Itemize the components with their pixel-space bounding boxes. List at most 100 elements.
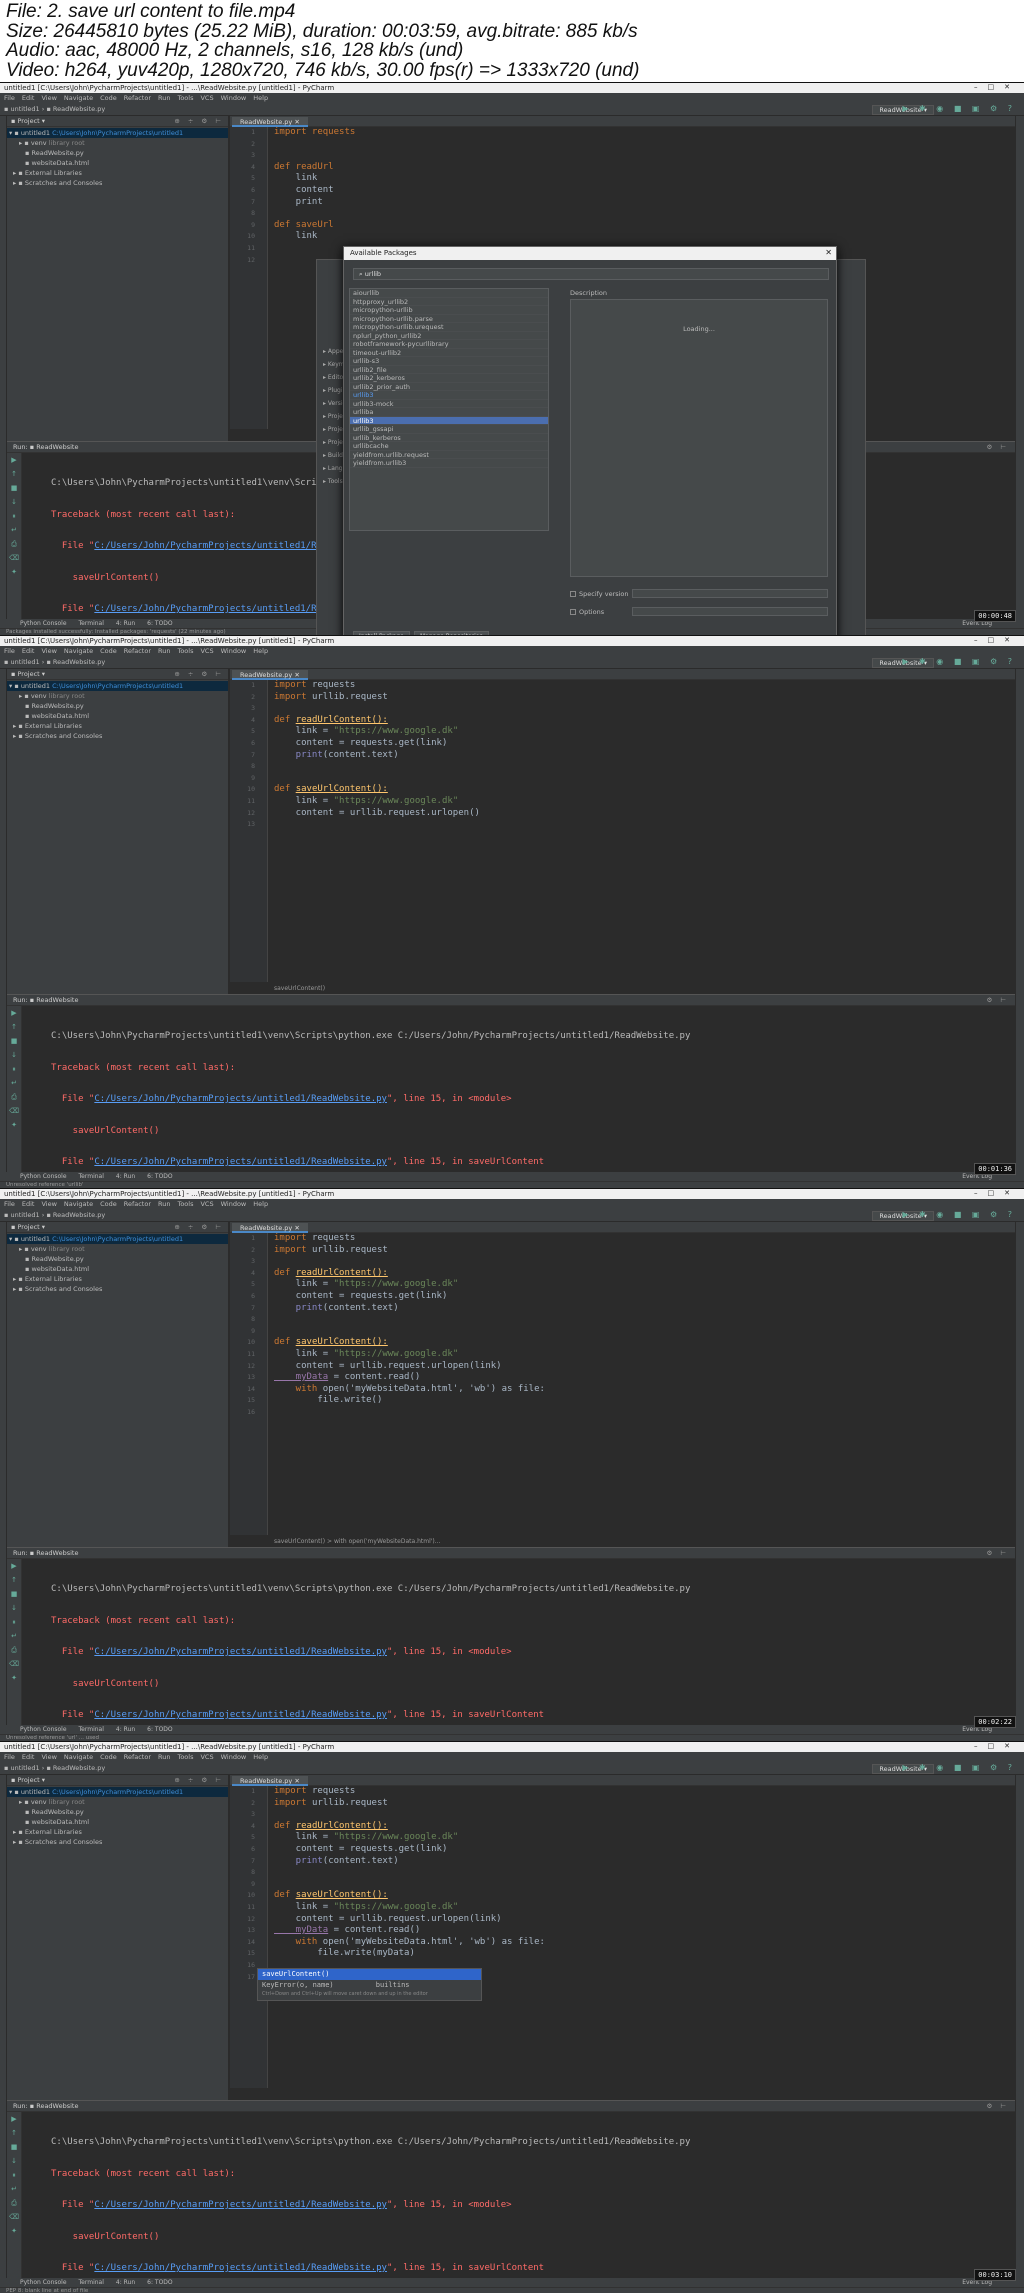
run-toolbar[interactable]: ▶ ↑ ■ ↓ ⏸ ↵ ⎙ ⌫ ✦: [7, 1006, 22, 1173]
code-line[interactable]: import requests: [274, 1786, 1009, 1798]
project-tree-item[interactable]: ▸ ▪ venv library root: [7, 138, 228, 148]
menu-item[interactable]: Tools: [177, 1200, 193, 1208]
project-tree-item[interactable]: ▸ ▪ Scratches and Consoles: [7, 731, 228, 741]
right-tool-strip[interactable]: [1015, 116, 1024, 626]
pin-icon[interactable]: ✦: [7, 565, 21, 579]
bottom-tool-tab[interactable]: Terminal: [79, 1173, 104, 1180]
run-name[interactable]: ReadWebsite: [36, 1549, 78, 1557]
project-tree-item[interactable]: ▪ ReadWebsite.py: [7, 148, 228, 158]
code-line[interactable]: file.write(): [274, 1395, 1009, 1407]
package-list-item[interactable]: aiourllib: [350, 289, 548, 298]
panel-gear-icon[interactable]: ⊕ ÷ ⚙ ⊢: [174, 1223, 224, 1231]
project-panel-header[interactable]: ▪ Project ▾ ⊕ ÷ ⚙ ⊢: [7, 669, 228, 680]
menu-item[interactable]: Refactor: [124, 1200, 151, 1208]
menu-item[interactable]: Help: [253, 94, 268, 102]
code-line[interactable]: def readUrlContent():: [274, 715, 1009, 727]
menu-item[interactable]: View: [41, 1753, 56, 1761]
window-controls[interactable]: –□✕: [974, 83, 1020, 91]
code-line[interactable]: file.write(myData): [274, 1948, 1009, 1960]
menu-item[interactable]: Edit: [22, 647, 35, 655]
code-line[interactable]: [274, 1407, 1009, 1419]
menu-item[interactable]: Edit: [22, 1200, 35, 1208]
code-line[interactable]: [274, 1809, 1009, 1821]
bottom-tool-tab[interactable]: 6: TODO: [147, 1173, 172, 1180]
checkbox[interactable]: [570, 609, 576, 615]
pin-icon[interactable]: ✦: [7, 1118, 21, 1132]
code-line[interactable]: [274, 1867, 1009, 1879]
code-line[interactable]: content = urllib.request.urlopen(link): [274, 1914, 1009, 1926]
right-tool-strip[interactable]: [1015, 1775, 1024, 2285]
bottom-tool-tab[interactable]: 4: Run: [116, 620, 135, 627]
code-line[interactable]: content = urllib.request.urlopen(): [274, 808, 1009, 820]
code-line[interactable]: link = "https://www.google.dk": [274, 1279, 1009, 1291]
code-line[interactable]: import urllib.request: [274, 1245, 1009, 1257]
trash-icon[interactable]: ⌫: [7, 1104, 21, 1118]
menu-item[interactable]: Navigate: [64, 94, 93, 102]
project-tree-item[interactable]: ▪ ReadWebsite.py: [7, 1807, 228, 1817]
menu-item[interactable]: Edit: [22, 94, 35, 102]
menu-item[interactable]: Window: [221, 647, 247, 655]
panel-gear-icon[interactable]: ⊕ ÷ ⚙ ⊢: [174, 1776, 224, 1784]
run-console[interactable]: C:\Users\John\PycharmProjects\untitled1\…: [51, 2117, 1001, 2293]
package-list-item[interactable]: urllib_gssapi: [350, 425, 548, 434]
version-select[interactable]: [632, 589, 828, 598]
code-line[interactable]: with open('myWebsiteData.html', 'wb') as…: [274, 1937, 1009, 1949]
code-line[interactable]: print(content.text): [274, 1856, 1009, 1868]
pin-icon[interactable]: ✦: [7, 1671, 21, 1685]
console-file-link[interactable]: C:/Users/John/PycharmProjects/untitled1/…: [94, 1094, 387, 1104]
project-tree-item[interactable]: ▾ ▪ untitled1 C:\Users\John\PycharmProje…: [7, 1234, 228, 1244]
toolbar-run-icons[interactable]: ▶ ✱ ◉ ■ ▣ ⚙ ?: [902, 104, 1016, 113]
code-line[interactable]: def readUrlContent():: [274, 1268, 1009, 1280]
package-list-item[interactable]: urllib2_prior_auth: [350, 383, 548, 391]
menu-item[interactable]: File: [4, 1753, 15, 1761]
nav-file[interactable]: ReadWebsite.py: [53, 1211, 105, 1219]
nav-project[interactable]: untitled1: [10, 105, 39, 113]
code-line[interactable]: with open('myWebsiteData.html', 'wb') as…: [274, 1384, 1009, 1396]
editor-tab[interactable]: ReadWebsite.py ✕: [232, 1223, 308, 1233]
code-line[interactable]: content = requests.get(link): [274, 1844, 1009, 1856]
pin-icon[interactable]: ✦: [7, 2224, 21, 2238]
project-tree-item[interactable]: ▸ ▪ External Libraries: [7, 1827, 228, 1837]
panel-gear-icon[interactable]: ⊕ ÷ ⚙ ⊢: [174, 670, 224, 678]
code-line[interactable]: content = requests.get(link): [274, 738, 1009, 750]
nav-project[interactable]: untitled1: [10, 1764, 39, 1772]
package-list-item[interactable]: yieldfrom.urllib3: [350, 459, 548, 468]
editor-breadcrumb[interactable]: saveUrlContent(): [274, 985, 325, 992]
code-line[interactable]: [274, 761, 1009, 773]
menu-item[interactable]: Help: [253, 1753, 268, 1761]
bottom-tool-tab[interactable]: Terminal: [79, 1726, 104, 1733]
code-line[interactable]: link = "https://www.google.dk": [274, 726, 1009, 738]
package-list-item[interactable]: urllib3: [350, 391, 548, 400]
down-icon[interactable]: ↓: [7, 1048, 21, 1062]
print-icon[interactable]: ⎙: [7, 1090, 21, 1104]
stop-icon[interactable]: ■: [7, 1587, 21, 1601]
run-name[interactable]: ReadWebsite: [36, 996, 78, 1004]
down-icon[interactable]: ↓: [7, 2154, 21, 2168]
menu-item[interactable]: Help: [253, 647, 268, 655]
package-search-input[interactable]: ⌕ urllib: [353, 268, 829, 280]
pause-icon[interactable]: ⏸: [7, 1062, 21, 1076]
code-area[interactable]: import requests import urllib.request def …: [274, 680, 1009, 982]
nav-project[interactable]: untitled1: [10, 1211, 39, 1219]
rerun-icon[interactable]: ▶: [7, 2112, 21, 2126]
menu-item[interactable]: Run: [158, 1200, 170, 1208]
package-list-item[interactable]: micropython-urllib.parse: [350, 315, 548, 323]
project-tree-item[interactable]: ▪ ReadWebsite.py: [7, 1254, 228, 1264]
code-line[interactable]: [274, 1256, 1009, 1268]
menu-item[interactable]: View: [41, 647, 56, 655]
project-tree-item[interactable]: ▸ ▪ Scratches and Consoles: [7, 1837, 228, 1847]
console-file-link[interactable]: C:/Users/John/PycharmProjects/untitled1/…: [94, 2200, 387, 2210]
project-tree-item[interactable]: ▪ ReadWebsite.py: [7, 701, 228, 711]
package-list-item[interactable]: urllib-s3: [350, 357, 548, 366]
options-field[interactable]: [632, 607, 828, 616]
pause-icon[interactable]: ⏸: [7, 2168, 21, 2182]
bottom-tool-tab[interactable]: 6: TODO: [147, 2279, 172, 2286]
menu-item[interactable]: VCS: [200, 1753, 213, 1761]
run-toolbar[interactable]: ▶ ↑ ■ ↓ ⏸ ↵ ⎙ ⌫ ✦: [7, 1559, 22, 1726]
package-list-item[interactable]: robotframework-pycurllibrary: [350, 340, 548, 349]
panel-gear-icon[interactable]: ⚙ ⊢: [986, 996, 1009, 1004]
checkbox[interactable]: [570, 591, 576, 597]
right-tool-strip[interactable]: [1015, 1222, 1024, 1732]
print-icon[interactable]: ⎙: [7, 2196, 21, 2210]
editor-tab[interactable]: ReadWebsite.py ✕: [232, 117, 308, 127]
